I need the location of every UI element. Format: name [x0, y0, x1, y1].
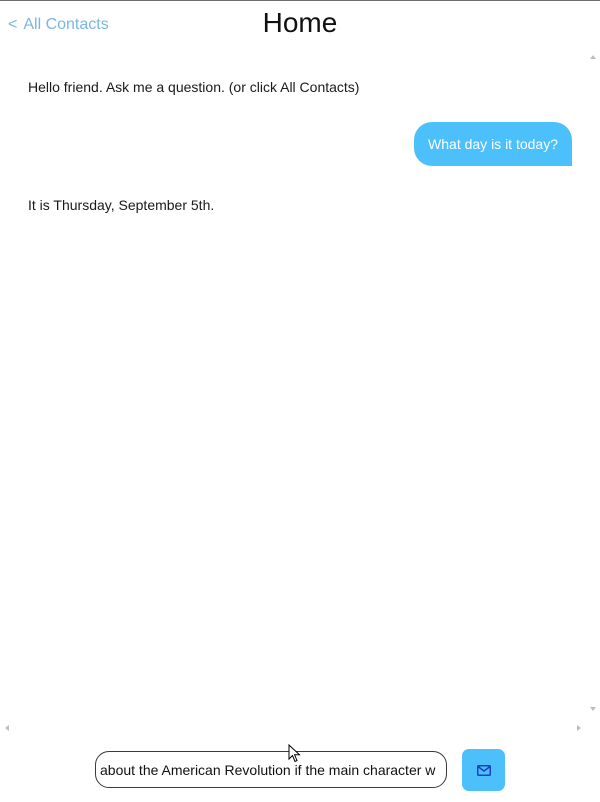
scroll-down-icon[interactable]	[590, 707, 596, 711]
scroll-left-icon[interactable]	[5, 725, 9, 731]
vertical-scrollbar[interactable]	[586, 49, 600, 717]
page-title: Home	[262, 7, 338, 38]
bot-message: Hello friend. Ask me a question. (or cli…	[28, 79, 360, 95]
scroll-right-icon[interactable]	[577, 725, 581, 731]
chat-app: < All Contacts Home Hello friend. Ask me …	[0, 0, 600, 802]
header: < All Contacts Home	[0, 1, 600, 49]
message-composer	[0, 741, 600, 802]
mail-icon	[476, 764, 491, 776]
message-input[interactable]	[95, 751, 447, 788]
chat-log: Hello friend. Ask me a question. (or cli…	[0, 49, 586, 719]
send-button[interactable]	[462, 749, 505, 791]
scroll-up-icon[interactable]	[590, 55, 596, 59]
user-message-bubble: What day is it today?	[414, 122, 572, 166]
horizontal-scrollbar[interactable]	[0, 721, 586, 735]
bot-message: It is Thursday, September 5th.	[28, 197, 215, 213]
